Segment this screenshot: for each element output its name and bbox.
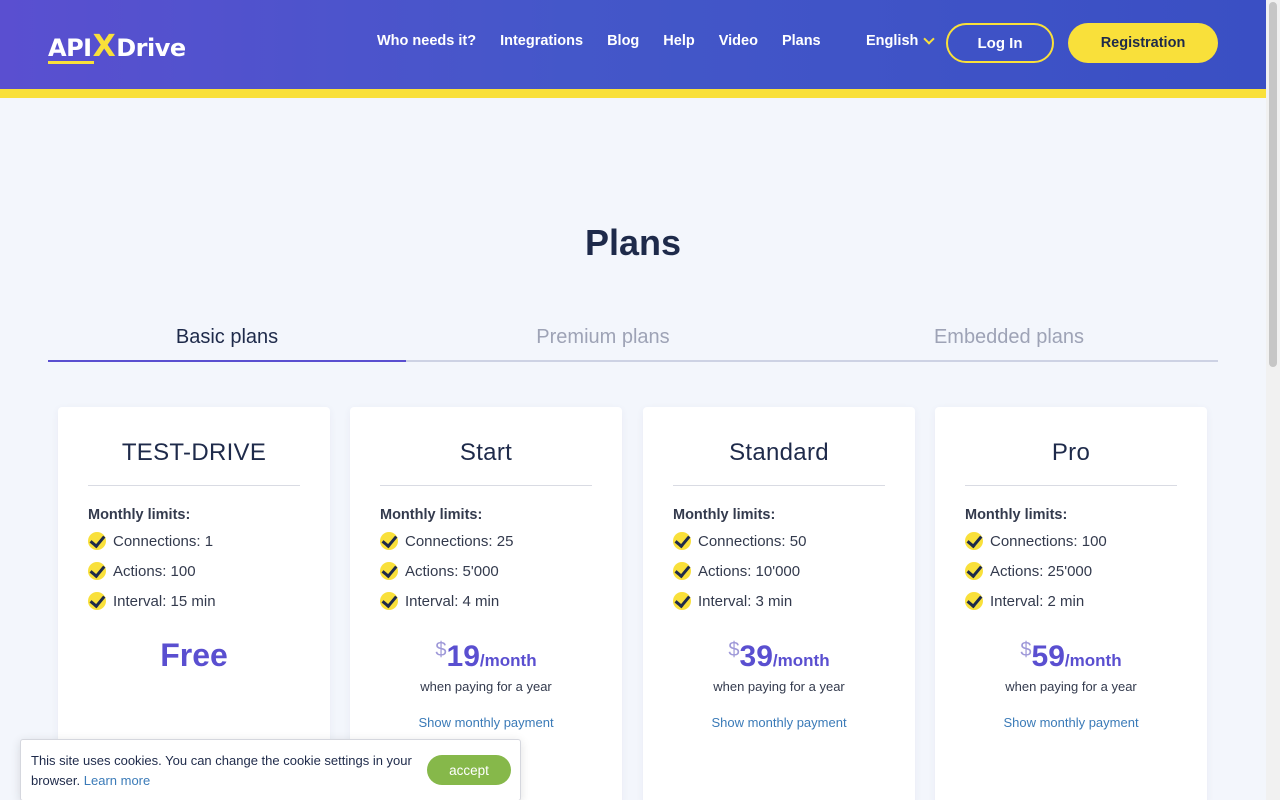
price-currency: $ — [435, 639, 447, 661]
nav-who-needs-it[interactable]: Who needs it? — [377, 33, 476, 49]
plan-card-pro: Pro Monthly limits: Connections: 100 Act… — [935, 407, 1207, 800]
check-icon — [673, 592, 691, 610]
price-note: when paying for a year — [420, 679, 552, 694]
check-icon — [380, 592, 398, 610]
limit-item: Actions: 100 — [88, 562, 196, 580]
check-icon — [965, 592, 983, 610]
tab-premium-plans[interactable]: Premium plans — [424, 326, 782, 349]
scrollbar-thumb[interactable] — [1269, 2, 1277, 367]
language-label: English — [866, 33, 919, 49]
limits-title: Monthly limits: — [965, 507, 1068, 523]
limit-text: Actions: 25'000 — [990, 562, 1093, 580]
chevron-down-icon — [923, 33, 936, 45]
limit-text: Connections: 100 — [990, 532, 1107, 550]
limits-title: Monthly limits: — [88, 507, 191, 523]
price-note: when paying for a year — [1005, 679, 1137, 694]
logo-api: API — [48, 34, 92, 62]
plan-price: Free — [160, 637, 228, 673]
limit-item: Actions: 25'000 — [965, 562, 1092, 580]
plan-name: Standard — [673, 439, 885, 486]
nav-plans[interactable]: Plans — [782, 33, 821, 49]
limit-item: Interval: 3 min — [673, 592, 792, 610]
plan-price: $59/month — [935, 639, 1207, 674]
limit-text: Interval: 3 min — [698, 592, 793, 610]
price-period: /month — [1064, 651, 1122, 670]
check-icon — [88, 562, 106, 580]
limit-text: Actions: 10'000 — [698, 562, 801, 580]
page-scrollbar[interactable] — [1266, 0, 1280, 800]
limits-title: Monthly limits: — [673, 507, 776, 523]
limit-item: Interval: 15 min — [88, 592, 216, 610]
price-amount: 19 — [446, 640, 480, 673]
price-currency: $ — [1020, 639, 1032, 661]
nav-integrations[interactable]: Integrations — [500, 33, 583, 49]
check-icon — [673, 532, 691, 550]
price-amount: 59 — [1031, 640, 1065, 673]
language-selector[interactable]: English — [866, 33, 936, 49]
show-monthly-payment-link[interactable]: Show monthly payment — [935, 715, 1207, 730]
check-icon — [673, 562, 691, 580]
limit-text: Connections: 25 — [405, 532, 514, 550]
price-currency: $ — [728, 639, 740, 661]
logo-drive: Drive — [116, 34, 186, 62]
login-button[interactable]: Log In — [946, 23, 1054, 63]
plan-tabs: Basic plans Premium plans Embedded plans — [48, 322, 1218, 362]
cookie-message: This site uses cookies. You can change t… — [31, 751, 421, 791]
tab-basic-plans[interactable]: Basic plans — [48, 326, 406, 349]
logo-underline — [48, 61, 94, 64]
check-icon — [380, 562, 398, 580]
limit-item: Interval: 2 min — [965, 592, 1084, 610]
limit-item: Interval: 4 min — [380, 592, 499, 610]
check-icon — [965, 562, 983, 580]
check-icon — [88, 592, 106, 610]
show-monthly-payment-link[interactable]: Show monthly payment — [643, 715, 915, 730]
limit-text: Connections: 50 — [698, 532, 807, 550]
learn-more-link[interactable]: Learn more — [84, 773, 150, 788]
check-icon — [380, 532, 398, 550]
site-header: API X Drive Who needs it? Integrations Blo… — [0, 0, 1266, 98]
registration-button[interactable]: Registration — [1068, 23, 1218, 63]
limit-text: Interval: 15 min — [113, 592, 216, 610]
main-nav: Who needs it? Integrations Blog Help Vid… — [377, 33, 845, 49]
plan-price: $39/month — [643, 639, 915, 674]
apixdrive-logo[interactable]: API X Drive — [48, 28, 186, 64]
plan-name: Start — [380, 439, 592, 486]
check-icon — [88, 532, 106, 550]
limit-item: Actions: 5'000 — [380, 562, 499, 580]
limits-title: Monthly limits: — [380, 507, 483, 523]
price-note: when paying for a year — [713, 679, 845, 694]
limit-item: Actions: 10'000 — [673, 562, 800, 580]
nav-help[interactable]: Help — [663, 33, 694, 49]
plan-card-standard: Standard Monthly limits: Connections: 50… — [643, 407, 915, 800]
plan-price: $19/month — [350, 639, 622, 674]
cookie-banner: This site uses cookies. You can change t… — [20, 739, 521, 800]
price-amount: 39 — [739, 640, 773, 673]
active-tab-indicator — [48, 360, 406, 362]
nav-video[interactable]: Video — [719, 33, 758, 49]
page-title: Plans — [584, 222, 682, 263]
price-period: /month — [772, 651, 830, 670]
limit-item: Connections: 25 — [380, 532, 513, 550]
check-icon — [965, 532, 983, 550]
limit-text: Connections: 1 — [113, 532, 214, 550]
limit-text: Actions: 5'000 — [405, 562, 499, 580]
limit-text: Interval: 2 min — [990, 592, 1085, 610]
tab-embedded-plans[interactable]: Embedded plans — [830, 326, 1188, 349]
show-monthly-payment-link[interactable]: Show monthly payment — [350, 715, 622, 730]
limit-item: Connections: 1 — [88, 532, 213, 550]
accept-cookies-button[interactable]: accept — [427, 755, 511, 785]
plan-name: Pro — [965, 439, 1177, 486]
limit-item: Connections: 100 — [965, 532, 1107, 550]
logo-x: X — [92, 29, 116, 64]
limit-text: Interval: 4 min — [405, 592, 500, 610]
price-period: /month — [479, 651, 537, 670]
limit-text: Actions: 100 — [113, 562, 196, 580]
limit-item: Connections: 50 — [673, 532, 806, 550]
plan-name: TEST-DRIVE — [88, 439, 300, 486]
nav-blog[interactable]: Blog — [607, 33, 639, 49]
